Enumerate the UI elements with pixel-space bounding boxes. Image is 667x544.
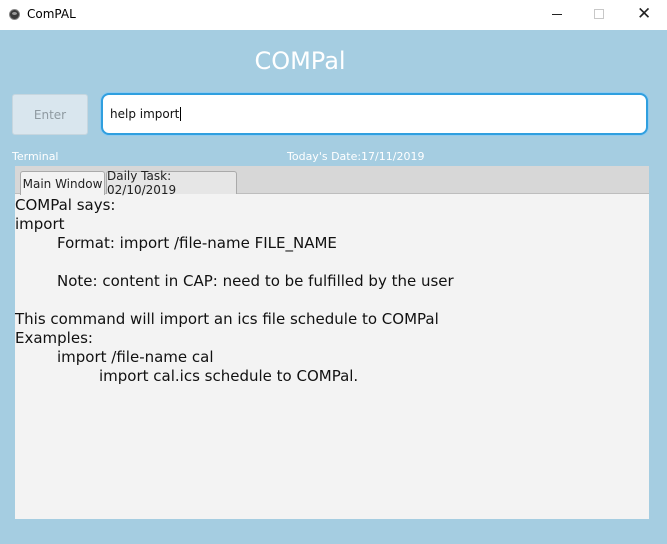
close-icon: ✕	[637, 4, 652, 24]
output-line: Examples:	[15, 329, 93, 347]
output-line: This command will import an ics file sch…	[15, 310, 439, 328]
maximize-button[interactable]	[575, 0, 621, 30]
app-icon	[9, 9, 20, 20]
todays-date-label: Today's Date:17/11/2019	[287, 150, 425, 163]
text-caret	[180, 107, 182, 121]
window-title: ComPAL	[27, 7, 76, 21]
output-line: Format: import /file-name FILE_NAME	[57, 234, 337, 252]
tab-pane: Main Window Daily Task: 02/10/2019 COMPa…	[15, 166, 649, 519]
app-title: COMPal	[254, 47, 346, 75]
tab-header: Main Window Daily Task: 02/10/2019	[15, 166, 649, 197]
enter-button[interactable]: Enter	[12, 94, 88, 135]
output-line: import /file-name cal	[57, 348, 214, 366]
output-line: Note: content in CAP: need to be fulfill…	[57, 272, 454, 290]
output-line: import	[15, 215, 65, 233]
command-input-value: help import	[110, 107, 182, 121]
output-line: COMPal says:	[15, 196, 116, 214]
terminal-label: Terminal	[12, 150, 59, 163]
output-line: import cal.ics schedule to COMPal.	[99, 367, 359, 385]
close-button[interactable]: ✕	[621, 0, 667, 30]
minimize-icon	[552, 14, 562, 15]
maximize-icon	[594, 9, 604, 19]
command-input[interactable]: help import	[101, 93, 648, 135]
tab-daily-task[interactable]: Daily Task: 02/10/2019	[106, 169, 237, 197]
output-area: COMPal says: import Format: import /file…	[15, 196, 649, 386]
title-bar: ComPAL ✕	[0, 0, 667, 30]
tab-main-window[interactable]: Main Window	[20, 171, 105, 195]
minimize-button[interactable]	[533, 0, 579, 30]
